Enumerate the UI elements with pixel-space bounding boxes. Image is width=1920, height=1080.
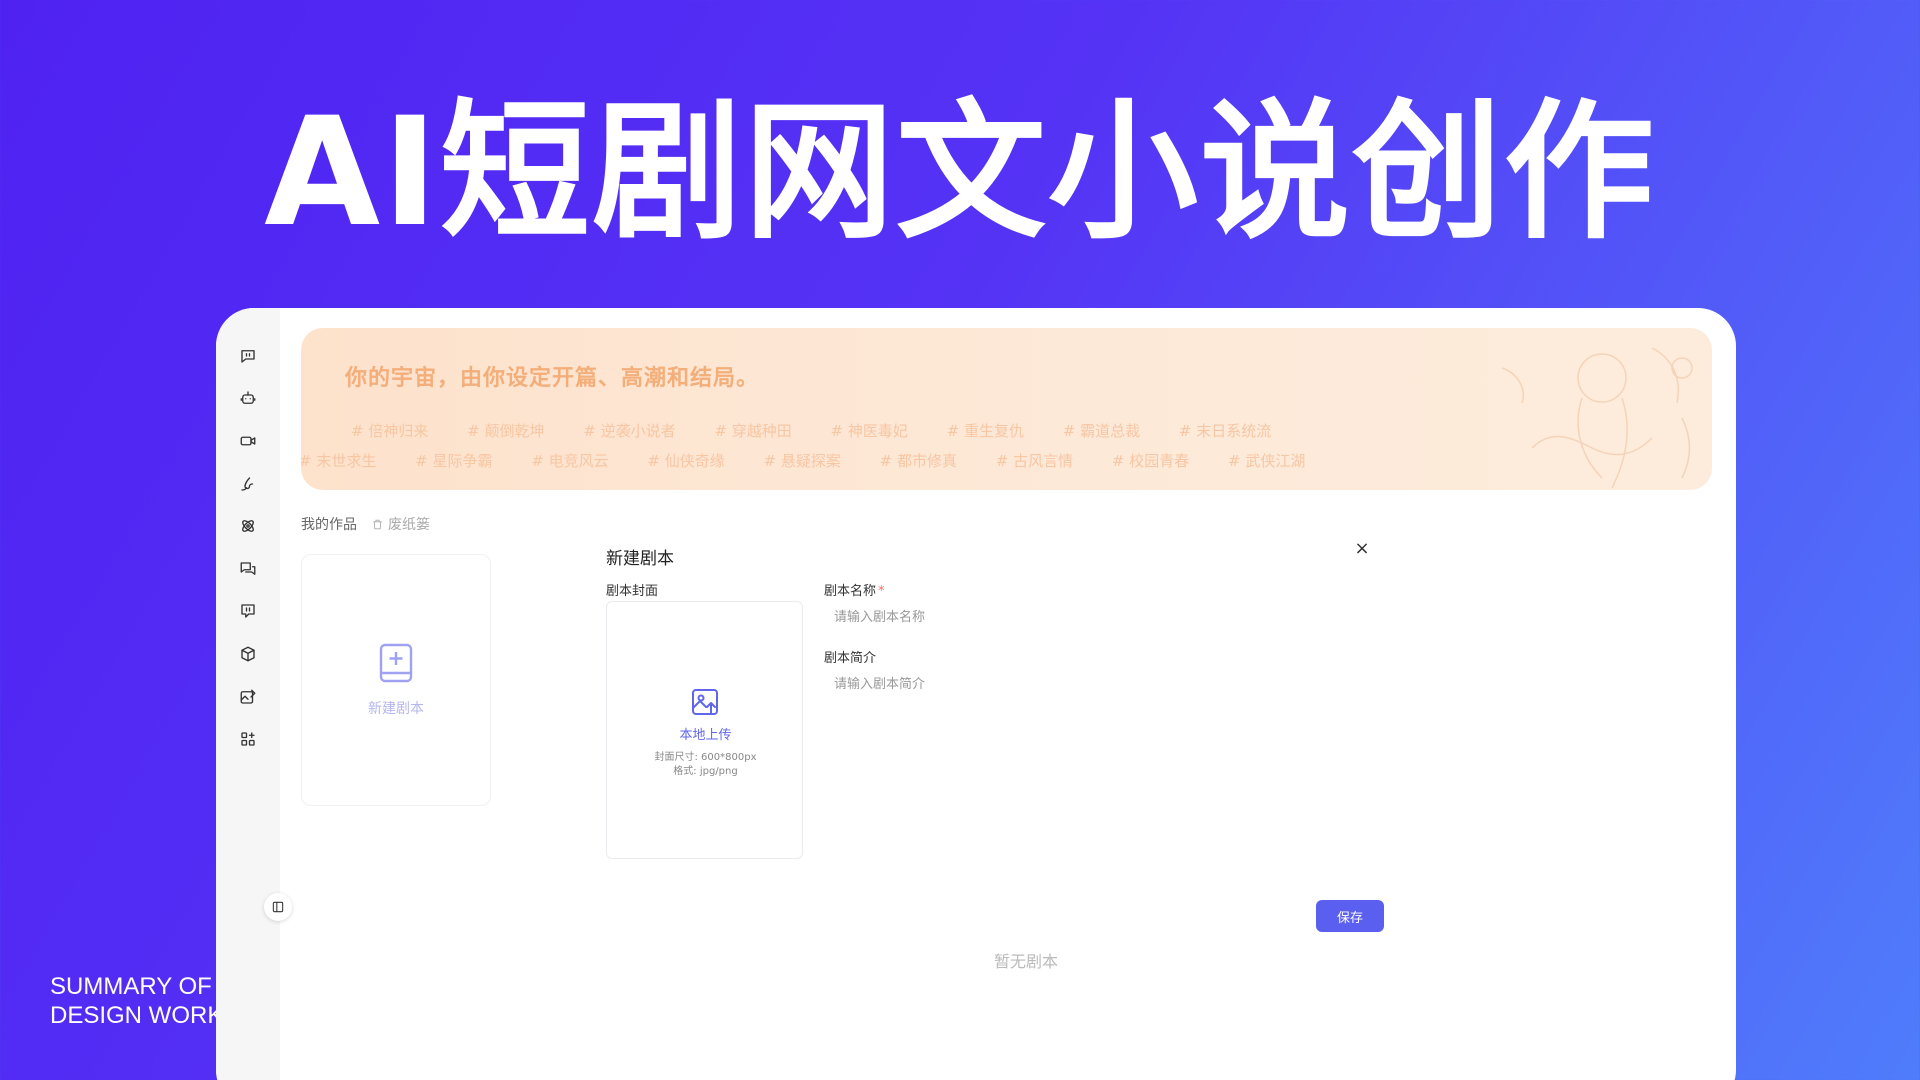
genre-tag[interactable]: # 末日系统流 bbox=[1179, 422, 1271, 440]
trash-icon bbox=[373, 519, 382, 529]
tab-trash-label: 废纸篓 bbox=[388, 517, 430, 533]
chat-quote-icon[interactable] bbox=[236, 344, 260, 368]
script-desc-label: 剧本简介 bbox=[824, 651, 877, 666]
script-name-label-text: 剧本名称 bbox=[824, 584, 877, 599]
robot-icon[interactable] bbox=[236, 386, 260, 410]
dialog-title: 新建剧本 bbox=[606, 549, 674, 569]
sidebar-collapse-icon[interactable] bbox=[264, 893, 292, 921]
book-add-icon bbox=[379, 643, 413, 683]
empty-state-text: 暂无剧本 bbox=[993, 952, 1058, 971]
script-name-label: 剧本名称 * bbox=[824, 580, 885, 599]
hero-title: AI短剧网文小说创作 bbox=[264, 86, 1656, 260]
script-desc-input[interactable] bbox=[824, 669, 1344, 699]
new-script-dialog: 新建剧本 × 剧本封面 本地上传 封面尺寸: 600*800px 格式: jpg… bbox=[606, 538, 1370, 859]
save-button[interactable]: 保存 bbox=[1316, 900, 1384, 932]
banner-slogan: 你的宇宙，由你设定开篇、高潮和结局。 bbox=[345, 366, 760, 391]
image-upload-icon bbox=[689, 686, 721, 718]
genre-tag[interactable]: # 重生复仇 bbox=[947, 422, 1024, 440]
genre-tag[interactable]: # 电竞风云 bbox=[531, 452, 608, 470]
genre-tag[interactable]: # 悬疑探案 bbox=[764, 452, 841, 470]
genre-tag[interactable]: # 霸道总裁 bbox=[1063, 422, 1140, 440]
app-window: 你的宇宙，由你设定开篇、高潮和结局。 # 倍神归来 # 颠倒乾坤 # 逆袭小说者… bbox=[216, 308, 1736, 1080]
genre-tags-row-1: # 倍神归来 # 颠倒乾坤 # 逆袭小说者 # 穿越种田 # 神医毒妃 # 重生… bbox=[351, 420, 1305, 441]
design-work-caption: SUMMARY OF DESIGN WORK bbox=[50, 972, 223, 1030]
banner-illustration bbox=[1501, 347, 1693, 489]
genre-tag[interactable]: # 武侠江湖 bbox=[1228, 452, 1305, 470]
genre-tag[interactable]: # 颠倒乾坤 bbox=[467, 422, 544, 440]
sidebar bbox=[216, 308, 280, 1080]
hero-banner: 你的宇宙，由你设定开篇、高潮和结局。 # 倍神归来 # 颠倒乾坤 # 逆袭小说者… bbox=[301, 328, 1712, 490]
cover-label: 剧本封面 bbox=[606, 584, 659, 599]
genre-tag[interactable]: # 古风言情 bbox=[996, 452, 1073, 470]
caption-line-2: DESIGN WORK bbox=[50, 1002, 224, 1029]
brush-icon[interactable] bbox=[236, 472, 260, 496]
chat-bubbles-icon[interactable] bbox=[236, 557, 260, 581]
genre-tag[interactable]: # 逆袭小说者 bbox=[583, 422, 675, 440]
genre-tag[interactable]: # 神医毒妃 bbox=[831, 422, 908, 440]
cover-upload-area[interactable]: 本地上传 封面尺寸: 600*800px 格式: jpg/png bbox=[606, 601, 803, 859]
new-script-card[interactable]: 新建剧本 bbox=[301, 554, 491, 806]
genre-tag[interactable]: # 都市修真 bbox=[880, 452, 957, 470]
script-name-input[interactable] bbox=[824, 602, 1344, 632]
genre-tag[interactable]: # 穿越种田 bbox=[714, 422, 791, 440]
genre-tags-row-2: # 末世求生 # 星际争霸 # 电竞风云 # 仙侠奇缘 # 悬疑探案 # 都市修… bbox=[301, 450, 1339, 471]
genre-tag[interactable]: # 末世求生 bbox=[301, 452, 376, 470]
upload-label: 本地上传 bbox=[679, 728, 732, 743]
upload-hint-format: 格式: jpg/png bbox=[673, 766, 738, 777]
atom-icon[interactable] bbox=[236, 514, 260, 538]
upload-hint-size: 封面尺寸: 600*800px bbox=[654, 752, 757, 763]
genre-tag[interactable]: # 仙侠奇缘 bbox=[647, 452, 724, 470]
required-asterisk: * bbox=[878, 584, 885, 599]
new-script-label: 新建剧本 bbox=[368, 701, 424, 717]
apps-grid-icon[interactable] bbox=[236, 727, 260, 751]
genre-tag[interactable]: # 星际争霸 bbox=[415, 452, 492, 470]
comment-box-icon[interactable] bbox=[236, 599, 260, 623]
tab-trash[interactable]: 废纸篓 bbox=[371, 514, 430, 534]
tab-my-works[interactable]: 我的作品 bbox=[301, 514, 357, 534]
genre-tag[interactable]: # 倍神归来 bbox=[351, 422, 428, 440]
image-edit-icon[interactable] bbox=[236, 685, 260, 709]
video-camera-icon[interactable] bbox=[236, 429, 260, 453]
caption-line-1: SUMMARY OF bbox=[50, 973, 212, 1000]
genre-tag[interactable]: # 校园青春 bbox=[1112, 452, 1189, 470]
close-icon[interactable]: × bbox=[1352, 538, 1372, 559]
cube-icon[interactable] bbox=[236, 642, 260, 666]
works-tabs: 我的作品 废纸篓 bbox=[301, 514, 430, 534]
